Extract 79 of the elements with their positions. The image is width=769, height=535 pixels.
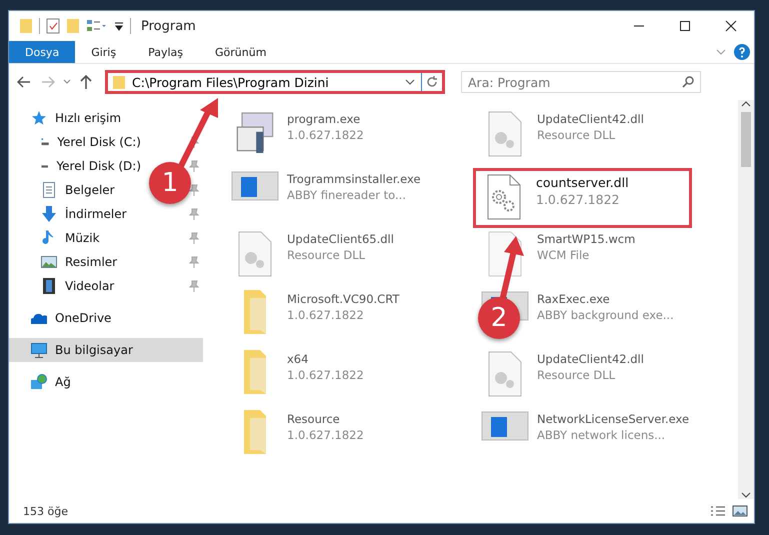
properties-icon[interactable] [46, 18, 60, 34]
file-name[interactable]: SmartWP15.wcm [537, 232, 636, 246]
file-detail: 1.0.627.1822 [287, 128, 364, 142]
sidebar-item[interactable]: OneDrive [9, 306, 141, 330]
gear-file-icon[interactable] [486, 173, 522, 221]
file-detail: 1.0.627.1822 [287, 428, 364, 442]
ribbon-tab[interactable]: Giriş [75, 41, 132, 63]
sidebar-item[interactable]: Resimler [9, 250, 141, 274]
file-detail: Resource DLL [537, 128, 616, 142]
file-name[interactable]: program.exe [287, 112, 364, 126]
file-detail: Resource DLL [537, 368, 616, 382]
dropdown-icon[interactable] [405, 78, 415, 86]
sidebar-item[interactable]: Yerel Disk (D:) [9, 154, 141, 178]
pin-icon[interactable] [189, 136, 199, 148]
large-icons-view-icon[interactable] [732, 505, 748, 517]
file-name[interactable]: Resource [287, 412, 364, 426]
file-name[interactable]: Microsoft.VC90.CRT [287, 292, 400, 306]
customize-dropdown-icon[interactable] [114, 21, 124, 31]
scroll-up-icon[interactable] [741, 100, 751, 108]
search-field[interactable]: Ara: Program [461, 71, 701, 93]
network-icon [31, 374, 47, 390]
recent-dropdown-icon[interactable] [63, 78, 71, 86]
docs-icon [41, 182, 57, 198]
file-detail: 1.0.627.1822 [287, 308, 365, 322]
address-bar[interactable]: C:\Program Files\Program Dizini [105, 70, 445, 94]
file-detail: ABBY finereader to... [287, 188, 407, 202]
app-file-icon[interactable] [481, 410, 529, 442]
expand-ribbon-icon[interactable] [716, 48, 726, 56]
file-detail: Resource DLL [287, 248, 366, 262]
file-name[interactable]: x64 [287, 352, 364, 366]
ribbon-tab[interactable]: Paylaş [132, 41, 199, 63]
pictures-icon [41, 254, 57, 270]
view-layout-icon[interactable] [86, 19, 108, 33]
maximize-icon [679, 20, 691, 32]
video-icon [41, 278, 57, 294]
folder-icon [112, 74, 126, 90]
ribbon-tab[interactable]: Görünüm [199, 41, 282, 63]
search-icon [682, 76, 694, 88]
close-icon [725, 20, 737, 32]
file-name[interactable]: Trogrammsinstaller.exe [287, 172, 421, 186]
file-detail: WCM File [537, 248, 590, 262]
pc-icon [31, 342, 47, 358]
sidebar-item[interactable]: Müzik [9, 226, 141, 250]
sidebar-item[interactable]: İndirmeler [9, 202, 141, 226]
exe-file-icon[interactable] [235, 110, 275, 156]
pin-icon[interactable] [189, 208, 199, 220]
star-icon [31, 110, 47, 126]
file-detail: ABBY network licens... [537, 428, 666, 442]
file-detail: ABBY background exe... [537, 308, 674, 322]
file-name[interactable]: UpdateClient65.dll [287, 232, 394, 246]
file-detail: 1.0.627.1822 [287, 368, 364, 382]
item-count: 153 öğe [23, 504, 68, 518]
minimize-icon [633, 25, 645, 27]
window-title: Program [141, 18, 196, 34]
refresh-icon[interactable] [426, 76, 438, 88]
pin-icon[interactable] [189, 256, 199, 268]
file-name[interactable]: UpdateClient42.dll [537, 352, 644, 366]
scrollbar-thumb[interactable] [741, 112, 751, 167]
pin-icon[interactable] [189, 160, 199, 172]
file-name[interactable]: UpdateClient42.dll [537, 112, 644, 126]
sidebar-item[interactable]: Yerel Disk (C:) [9, 130, 141, 154]
sidebar-item[interactable]: Bu bilgisayar [9, 338, 141, 362]
sidebar-item[interactable]: Belgeler [9, 178, 141, 202]
pin-icon[interactable] [189, 232, 199, 244]
app-file-icon[interactable] [231, 170, 279, 202]
help-icon[interactable] [734, 44, 750, 60]
sidebar-item[interactable]: Ağ [9, 370, 141, 394]
file-name[interactable]: RaxExec.exe [537, 292, 674, 306]
pin-icon[interactable] [189, 184, 199, 196]
pin-icon[interactable] [189, 280, 199, 292]
scroll-down-icon[interactable] [741, 491, 751, 499]
file-detail: 1.0.627.1822 [536, 192, 620, 207]
ribbon-tab[interactable]: Dosya [9, 41, 76, 63]
file-name[interactable]: countserver.dll [536, 175, 629, 190]
sidebar-item[interactable]: Videolar [9, 274, 141, 298]
download-icon [41, 206, 57, 222]
details-view-icon[interactable] [710, 505, 726, 517]
sidebar-item[interactable]: Hızlı erişim [9, 106, 141, 130]
file-name[interactable]: NetworkLicenseServer.exe [537, 412, 690, 426]
